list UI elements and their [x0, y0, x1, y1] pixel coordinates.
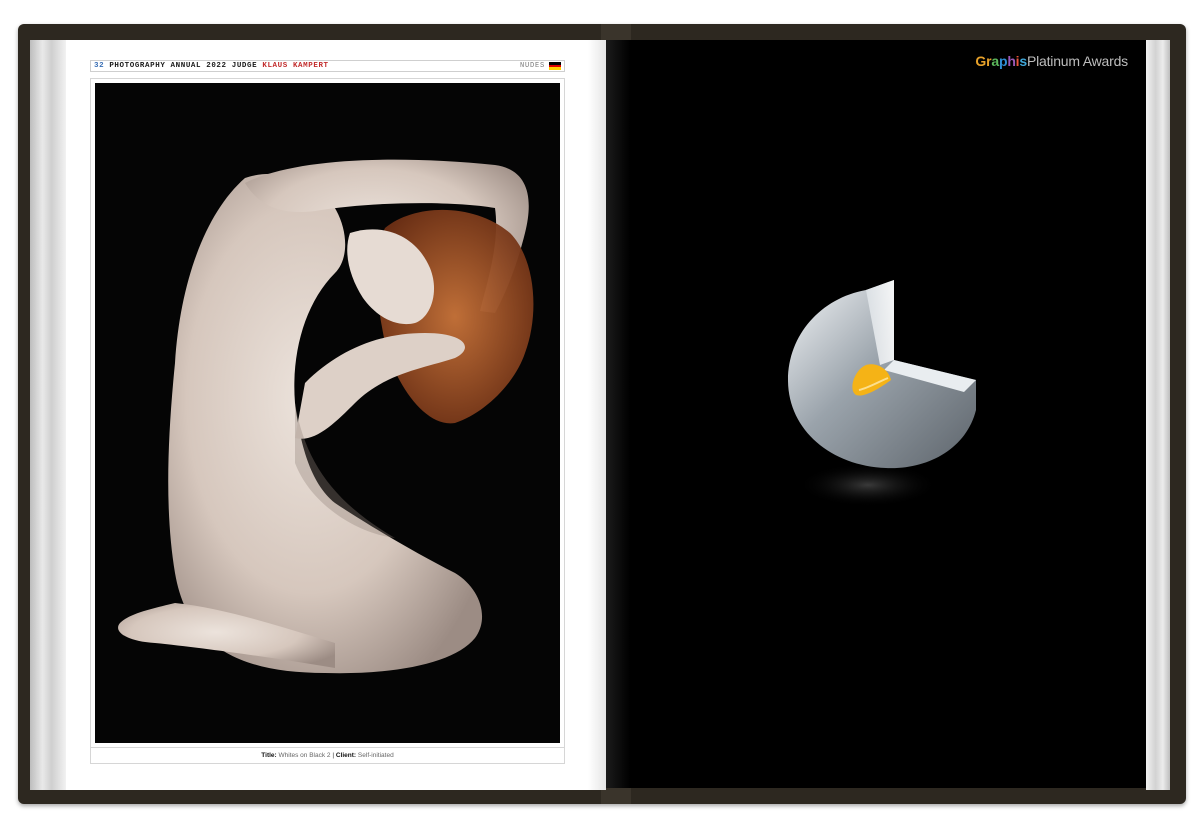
photo-caption: Title: Whites on Black 2 | Client: Self-… — [90, 748, 565, 764]
caption-client-value: Self-initiated — [357, 752, 394, 759]
category-name: NUDES — [519, 62, 545, 70]
caption-separator: | — [332, 752, 335, 759]
platinum-award-trophy-icon — [788, 280, 976, 507]
platinum-awards-text: Platinum Awards — [1026, 53, 1128, 69]
judge-name: KLAUS KAMPERT — [262, 62, 329, 70]
graphis-letter: a — [991, 53, 999, 69]
caption-title-value: Whites on Black 2 — [278, 752, 331, 759]
publication-title: PHOTOGRAPHY ANNUAL 2022 JUDGE — [109, 62, 258, 70]
germany-flag-icon — [549, 62, 561, 71]
graphis-platinum-awards-logo: GraphisPlatinum Awards — [975, 53, 1128, 69]
graphis-letter: s — [1019, 53, 1027, 69]
nude-figure-photo — [95, 83, 560, 743]
category-label: NUDES — [519, 62, 561, 71]
right-page: GraphisPlatinum Awards — [606, 40, 1146, 788]
page-number: 32 — [94, 62, 105, 70]
page-edges-left — [30, 40, 66, 790]
left-page: 32 PHOTOGRAPHY ANNUAL 2022 JUDGE KLAUS K… — [66, 40, 606, 790]
photo-frame — [90, 78, 565, 748]
caption-title-label: Title: — [261, 752, 277, 759]
graphis-letter: G — [975, 53, 987, 69]
figure-illustration — [118, 159, 534, 674]
page-header: 32 PHOTOGRAPHY ANNUAL 2022 JUDGE KLAUS K… — [90, 60, 565, 72]
header-title: 32 PHOTOGRAPHY ANNUAL 2022 JUDGE KLAUS K… — [94, 62, 329, 70]
page-edges-right — [1146, 40, 1170, 790]
graphis-letter: h — [1007, 53, 1016, 69]
caption-client-label: Client: — [335, 752, 357, 759]
graphis-wordmark: Graphis — [975, 53, 1027, 69]
